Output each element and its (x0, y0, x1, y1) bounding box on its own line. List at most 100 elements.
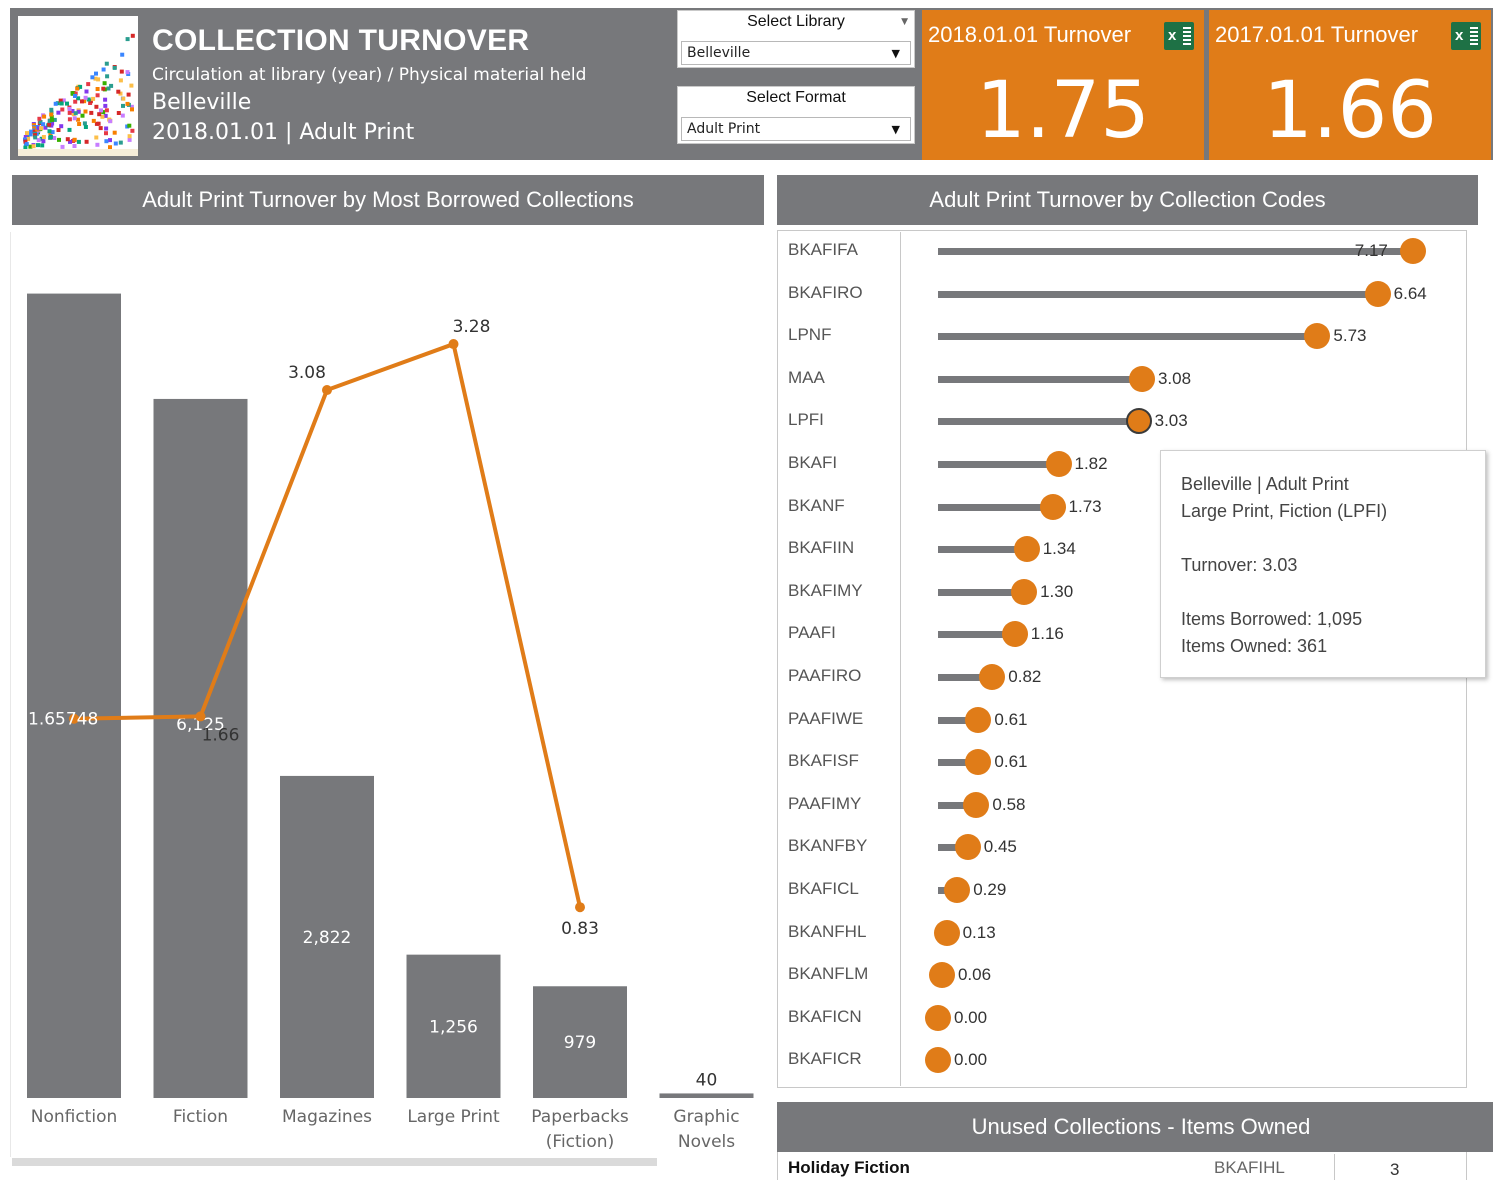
logo-confetti (118, 140, 123, 145)
bar-fiction[interactable] (153, 398, 248, 1098)
lollipop-dot[interactable] (933, 919, 960, 946)
format-dropdown[interactable]: Adult Print ▼ (681, 117, 911, 141)
logo-confetti (94, 104, 99, 109)
lollipop-dot[interactable] (1128, 365, 1155, 392)
left-panel-title: Adult Print Turnover by Most Borrowed Co… (12, 175, 764, 225)
lollipop-stem[interactable] (938, 418, 1139, 426)
lollipop-dot[interactable] (1304, 323, 1331, 350)
logo-confetti (95, 87, 100, 91)
lollipop-dot[interactable] (925, 1047, 951, 1074)
logo-confetti (113, 141, 118, 146)
logo-confetti (41, 122, 46, 127)
collection-code-label: BKANFLM (788, 964, 869, 984)
logo-confetti (94, 135, 99, 140)
logo-confetti (116, 111, 121, 115)
collection-code-label: BKAFIRO (788, 282, 863, 302)
collection-code-label: PAAFIMY (788, 793, 862, 813)
lollipop-dot[interactable] (1001, 621, 1028, 648)
logo-confetti (89, 110, 94, 115)
tooltip-borrowed: Items Borrowed: 1,095 (1181, 609, 1363, 629)
unused-collection-code: BKAFIHL (1214, 1158, 1285, 1177)
tooltip-turnover: Turnover: 3.03 (1181, 555, 1298, 575)
excel-icon[interactable]: x (1164, 22, 1194, 50)
turnover-point[interactable] (195, 711, 206, 722)
lollipop-dot[interactable] (965, 749, 992, 776)
logo-confetti (29, 129, 34, 134)
excel-icon[interactable]: x (1451, 22, 1481, 50)
bar-nonfiction[interactable] (27, 293, 121, 1098)
lollipop-value-label: 0.06 (957, 965, 992, 985)
logo-confetti (120, 52, 125, 57)
category-label: Large Print (407, 1107, 500, 1127)
collection-code-label: BKAFICL (788, 879, 859, 898)
lollipop-dot[interactable] (925, 1004, 951, 1031)
lollipop-stem[interactable] (938, 461, 1059, 468)
turnover-point[interactable] (575, 902, 585, 913)
lollipop-stem[interactable] (938, 503, 1053, 511)
lollipop-dot[interactable] (1364, 280, 1391, 307)
logo-confetti (83, 109, 88, 114)
logo-confetti (76, 139, 81, 144)
logo-confetti (127, 134, 132, 139)
logo-confetti (67, 110, 72, 115)
horizontal-scrollbar[interactable] (12, 1158, 657, 1166)
turnover-point[interactable] (322, 385, 332, 396)
lollipop-value-label: 0.13 (962, 922, 996, 942)
lollipop-dot[interactable] (1399, 238, 1426, 264)
select-format-filter[interactable]: Select Format Adult Print ▼ (677, 86, 915, 144)
lollipop-dot[interactable] (928, 962, 955, 989)
lollipop-dot[interactable] (944, 877, 971, 903)
logo-confetti (108, 138, 112, 143)
logo-confetti (96, 77, 101, 82)
logo-confetti (41, 135, 46, 139)
logo-confetti (59, 124, 64, 129)
lollipop-value-label: 6.64 (1393, 283, 1427, 303)
logo-confetti (48, 134, 53, 139)
chevron-down-icon: ▼ (891, 47, 900, 60)
lollipop-dot[interactable] (979, 664, 1006, 690)
logo-confetti (91, 96, 96, 101)
collection-code-label: PAAFIWE (788, 708, 864, 728)
lollipop-dot[interactable] (954, 834, 981, 861)
logo-confetti (65, 101, 69, 106)
collection-code-label: LPFI (788, 410, 824, 430)
lollipop-dot[interactable] (965, 706, 992, 733)
logo-confetti (95, 142, 100, 147)
logo-confetti (41, 139, 46, 144)
logo-confetti (101, 67, 106, 72)
logo-confetti (125, 70, 130, 75)
turnover-point[interactable] (448, 339, 459, 350)
lollipop-value-label: 0.29 (973, 880, 1007, 899)
turnover-value-label: 1.66 (202, 725, 240, 745)
turnover-value-label: 3.28 (453, 317, 491, 337)
dashboard-subtitle: Circulation at library (year) / Physical… (152, 65, 587, 85)
kpi-2018-turnover: 2018.01.01 Turnover x 1.75 (922, 10, 1204, 160)
lollipop-dot[interactable] (1045, 451, 1072, 477)
logo-confetti (98, 126, 103, 131)
lollipop-dot[interactable] (1125, 408, 1152, 435)
bar-value-label: 2,822 (303, 928, 352, 948)
lollipop-stem[interactable] (938, 248, 1413, 255)
lollipop-dot[interactable] (1011, 578, 1038, 605)
lollipop-stem[interactable] (938, 333, 1318, 341)
logo-confetti (49, 112, 54, 117)
collection-code-label: BKAFICR (788, 1049, 862, 1069)
lollipop-stem[interactable] (938, 290, 1378, 298)
turnover-value-label: 3.08 (288, 363, 326, 383)
table-row[interactable]: Holiday Fiction BKAFIHL 3 (777, 1152, 1467, 1180)
logo-confetti (47, 129, 52, 134)
lollipop-dot[interactable] (1039, 493, 1066, 520)
filter-menu-icon[interactable]: ▼ (901, 17, 908, 27)
bar-value-label: 40 (696, 1070, 718, 1090)
lollipop-dot[interactable] (963, 791, 990, 818)
logo-confetti (31, 144, 36, 149)
logo-confetti (126, 92, 131, 97)
lollipop-value-label: 1.30 (1040, 581, 1074, 601)
collection-code-label: BKANFHL (788, 921, 867, 941)
lollipop-stem[interactable] (938, 375, 1142, 383)
library-dropdown[interactable]: Belleville ▼ (681, 41, 911, 65)
select-library-filter[interactable]: Select Library ▼ Belleville ▼ (677, 10, 915, 68)
lollipop-dot[interactable] (1013, 536, 1040, 563)
bar-graphic-novels[interactable] (659, 1093, 754, 1098)
lollipop-value-label: 0.45 (983, 837, 1017, 857)
